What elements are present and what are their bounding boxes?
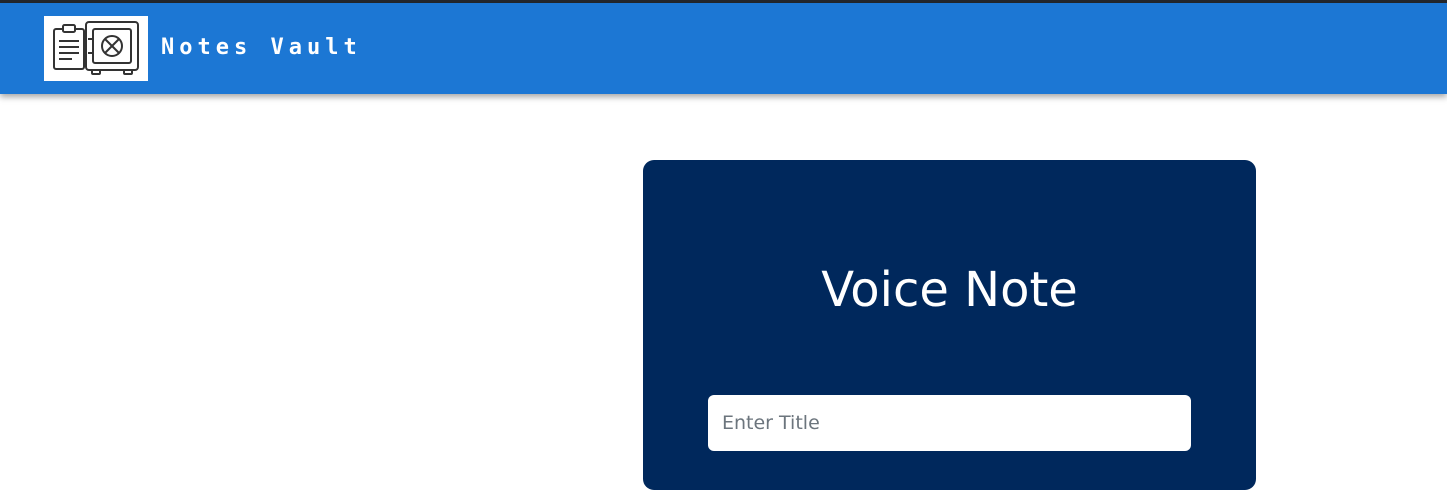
card-title: Voice Note	[821, 262, 1078, 318]
brand-logo[interactable]	[44, 16, 148, 81]
brand-name[interactable]: Notes Vault	[161, 35, 362, 61]
navbar: Notes Vault	[0, 3, 1447, 94]
notes-safe-icon	[53, 20, 139, 75]
title-input[interactable]	[708, 395, 1191, 451]
